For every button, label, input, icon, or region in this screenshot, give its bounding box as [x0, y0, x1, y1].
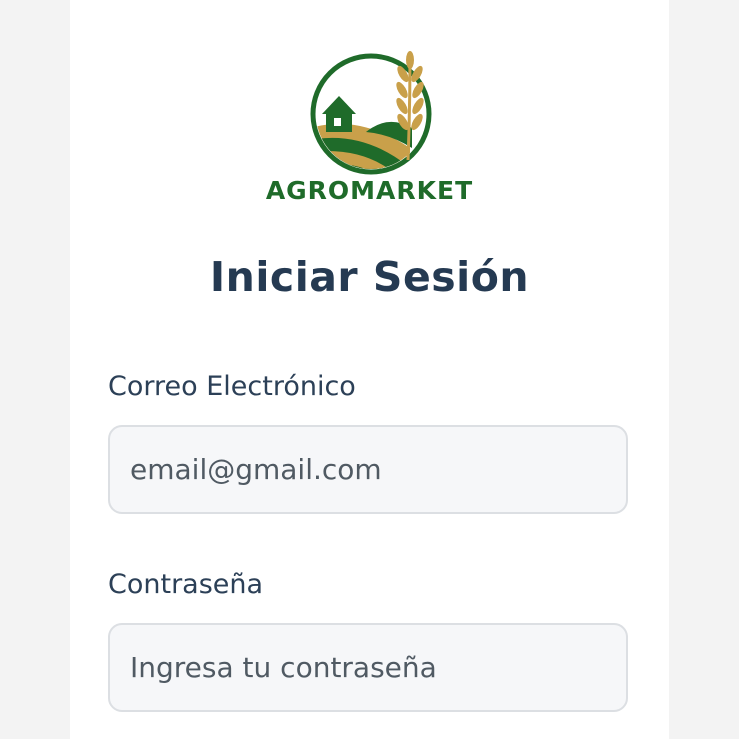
farm-wheat-logo-icon — [310, 51, 432, 175]
email-label: Correo Electrónico — [108, 371, 356, 402]
brand-name: AGROMARKET — [265, 176, 474, 205]
page-title: Iniciar Sesión — [209, 253, 530, 301]
password-label: Contraseña — [108, 569, 264, 600]
password-field[interactable] — [108, 623, 628, 712]
email-field[interactable] — [108, 425, 628, 514]
